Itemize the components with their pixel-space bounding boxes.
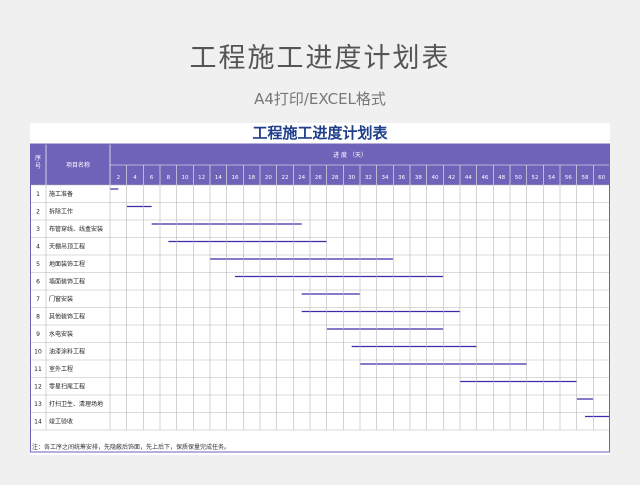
task-name: 竣工验收 (49, 417, 73, 425)
day-label: 12 (198, 175, 205, 181)
day-label: 46 (482, 175, 489, 181)
day-label: 56 (565, 175, 572, 181)
row-number: 9 (36, 331, 40, 338)
day-label: 6 (150, 175, 154, 181)
table-border (30, 143, 610, 453)
footnote: 注：各工序之间统筹安排，先隐蔽后饰面，先上后下，保质保量完成任务。 (32, 444, 231, 451)
row-number: 8 (36, 313, 40, 320)
task-name: 油漆涂料工程 (49, 347, 85, 355)
day-label: 54 (548, 175, 555, 181)
day-label: 32 (365, 175, 372, 181)
day-label: 42 (448, 175, 455, 181)
task-name: 墙面装饰工程 (49, 277, 85, 285)
task-name: 其他装饰工程 (49, 312, 85, 320)
col-name-header: 项目名称 (66, 161, 90, 169)
task-name: 施工准备 (49, 190, 73, 198)
progress-header: 进 度 （天） (333, 151, 367, 159)
day-label: 10 (182, 175, 189, 181)
row-number: 1 (36, 191, 40, 198)
spreadsheet-sheet: 序号项目名称进 度 （天） 2 4 6 8 10 12 14 16 18 20 22 24 26 28 30 3… (30, 123, 610, 455)
day-label: 30 (348, 175, 355, 181)
day-label: 48 (498, 175, 505, 181)
row-number: 14 (34, 418, 42, 425)
task-name: 零星扫尾工程 (49, 382, 85, 390)
day-label: 50 (515, 175, 522, 181)
page-subtitle: A4打印/EXCEL格式 (254, 90, 386, 108)
day-label: 60 (598, 175, 605, 181)
day-label: 36 (398, 175, 405, 181)
day-label: 14 (215, 175, 222, 181)
day-label: 2 (117, 175, 121, 181)
day-label: 52 (532, 175, 539, 181)
day-label: 24 (298, 175, 305, 181)
row-number: 7 (36, 296, 40, 303)
row-number: 5 (36, 261, 40, 268)
col-seq-header-2: 号 (35, 163, 41, 170)
row-number: 6 (36, 278, 40, 285)
task-name: 地面装饰工程 (49, 260, 85, 268)
day-label: 28 (332, 175, 339, 181)
row-number: 12 (34, 383, 42, 390)
day-label: 34 (382, 175, 389, 181)
day-label: 4 (133, 175, 137, 181)
task-name: 布管穿线、线盒安装 (49, 225, 103, 233)
day-label: 8 (167, 175, 171, 181)
day-label: 58 (582, 175, 589, 181)
day-label: 18 (248, 175, 255, 181)
day-label: 16 (232, 175, 239, 181)
day-label: 26 (315, 175, 322, 181)
day-label: 20 (265, 175, 272, 181)
task-name: 门窗安装 (49, 295, 73, 303)
row-number: 13 (34, 401, 42, 408)
task-name: 拆除工作 (49, 207, 73, 215)
day-label: 44 (465, 175, 472, 181)
row-number: 4 (36, 243, 40, 250)
day-label: 38 (415, 175, 422, 181)
row-number: 2 (36, 208, 40, 215)
task-name: 水电安装 (49, 330, 73, 338)
row-number: 3 (36, 226, 40, 233)
schedule-grid: 序号 项目名称进 度 （天）2 4 6 8 10 12 14 16 18 20 22 24 26 28 30 3… (30, 143, 610, 453)
task-name: 室外工程 (49, 365, 73, 373)
row-number: 10 (34, 348, 42, 355)
day-label: 22 (282, 175, 289, 181)
day-label: 40 (432, 175, 439, 181)
task-name: 天棚吊顶工程 (49, 242, 85, 250)
task-name: 打扫卫生、清理场地 (49, 400, 103, 408)
row-number: 11 (34, 366, 42, 373)
col-seq-header: 序 (35, 154, 41, 162)
sheet-title: 工程施工进度计划表 (252, 124, 388, 142)
page-title: 工程施工进度计划表 (189, 43, 451, 74)
